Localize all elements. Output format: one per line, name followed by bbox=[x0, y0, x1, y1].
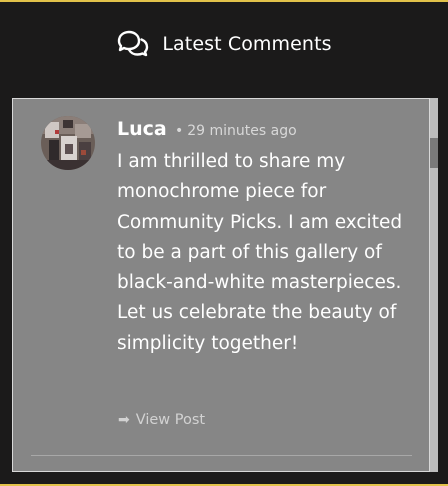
avatar[interactable] bbox=[41, 116, 95, 170]
separator-dot: • bbox=[175, 123, 184, 139]
arrow-right-icon: ➡ bbox=[118, 412, 130, 428]
comment-author[interactable]: Luca bbox=[117, 118, 167, 140]
scrollbar-thumb[interactable] bbox=[430, 138, 438, 168]
widget-header: Latest Comments bbox=[0, 24, 448, 64]
comments-icon bbox=[116, 29, 150, 59]
divider bbox=[31, 455, 412, 456]
view-post-label: View Post bbox=[135, 412, 206, 428]
comment-time-text: 29 minutes ago bbox=[187, 123, 297, 139]
widget-frame: Latest Comments Luca • 29 minutes ago I a… bbox=[0, 0, 448, 486]
comment-body: I am thrilled to share my monochrome pie… bbox=[117, 151, 403, 354]
view-post-link[interactable]: ➡ View Post bbox=[118, 412, 205, 428]
widget-title: Latest Comments bbox=[162, 33, 332, 55]
comment-time: • 29 minutes ago bbox=[175, 123, 297, 139]
